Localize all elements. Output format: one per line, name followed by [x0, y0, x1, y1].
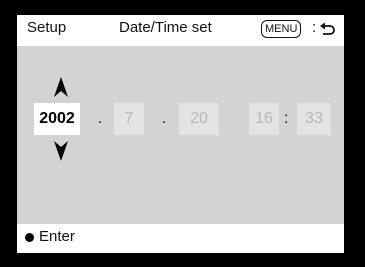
- enter-label: Enter: [39, 228, 75, 245]
- month-field[interactable]: 7: [114, 103, 144, 135]
- increase-arrow-icon[interactable]: [54, 77, 68, 97]
- setup-title: Setup: [27, 19, 67, 36]
- footer-bar: Enter: [17, 224, 344, 253]
- date-separator: .: [98, 110, 103, 127]
- menu-colon: :: [312, 19, 317, 36]
- menu-button[interactable]: MENU: [261, 20, 302, 38]
- filled-circle-icon: [25, 233, 34, 242]
- date-separator: .: [162, 110, 167, 127]
- year-field[interactable]: 2002: [34, 103, 80, 135]
- date-time-panel: Setup Date/Time set MENU : 2002 . 7 . 20…: [17, 15, 344, 253]
- day-field[interactable]: 20: [179, 103, 219, 135]
- decrease-arrow-icon[interactable]: [54, 141, 68, 161]
- hour-field[interactable]: 16: [249, 103, 279, 135]
- screen-title: Date/Time set: [119, 19, 212, 36]
- header-bar: Setup Date/Time set MENU :: [17, 15, 344, 46]
- minute-field[interactable]: 33: [297, 103, 331, 135]
- return-arrow-icon[interactable]: [319, 22, 335, 36]
- time-separator: :: [284, 110, 289, 127]
- camera-screen: Setup Date/Time set MENU : 2002 . 7 . 20…: [0, 0, 365, 267]
